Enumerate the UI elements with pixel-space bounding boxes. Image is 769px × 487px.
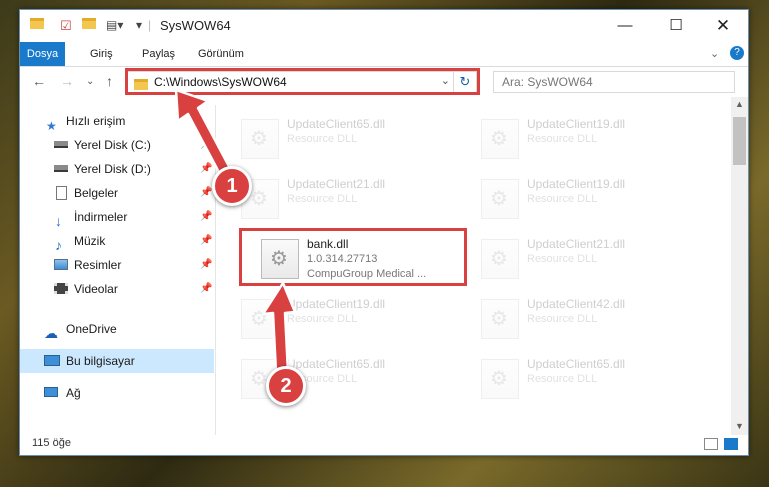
- sidebar-item-videos[interactable]: Videolar 📌: [20, 277, 214, 301]
- recent-locations-icon[interactable]: ⌄: [86, 76, 94, 87]
- pin-icon[interactable]: 📌: [200, 277, 212, 301]
- pin-icon[interactable]: 📌: [200, 229, 212, 253]
- document-icon: [56, 186, 67, 200]
- dll-file-icon: [481, 179, 519, 219]
- up-arrow-icon[interactable]: ↑: [106, 73, 113, 89]
- file-tile[interactable]: UpdateClient21.dll Resource DLL: [477, 233, 697, 287]
- sidebar-item-music[interactable]: ♪ Müzik 📌: [20, 229, 214, 253]
- file-tile[interactable]: UpdateClient19.dll Resource DLL: [237, 293, 457, 347]
- maximize-button[interactable]: ☐: [653, 14, 699, 38]
- dll-file-icon: [481, 119, 519, 159]
- navigation-pane: ★ Hızlı erişim Yerel Disk (C:) 📌 Yerel D…: [20, 105, 216, 435]
- pin-icon[interactable]: 📌: [200, 181, 212, 205]
- callout-2: 2: [266, 366, 306, 406]
- search-placeholder: Ara: SysWOW64: [502, 75, 593, 89]
- tab-dosya[interactable]: Dosya: [20, 42, 65, 66]
- properties-icon[interactable]: ☑: [60, 18, 72, 34]
- title-bar: ☑ ▤▾ ▾ | SysWOW64 — ☐ ✕: [20, 10, 748, 42]
- picture-icon: [54, 259, 68, 270]
- sidebar-item-local-disk-c[interactable]: Yerel Disk (C:) 📌: [20, 133, 214, 157]
- sidebar-item-local-disk-d[interactable]: Yerel Disk (D:) 📌: [20, 157, 214, 181]
- sidebar-item-pictures[interactable]: Resimler 📌: [20, 253, 214, 277]
- callout-1: 1: [212, 166, 252, 206]
- title-separator: |: [148, 18, 152, 32]
- folder-icon: [30, 18, 44, 32]
- network-icon: [44, 387, 58, 397]
- file-tile[interactable]: UpdateClient19.dll Resource DLL: [477, 113, 697, 167]
- scroll-down-icon[interactable]: ▼: [731, 421, 748, 431]
- ribbon-expand-icon[interactable]: ⌄: [710, 42, 719, 66]
- file-tile[interactable]: UpdateClient65.dll Resource DLL: [477, 353, 697, 407]
- dll-file-icon: [481, 239, 519, 279]
- new-folder-icon[interactable]: [82, 18, 96, 32]
- minimize-button[interactable]: —: [602, 14, 648, 38]
- customize-toolbar-icon[interactable]: ▤▾: [106, 18, 123, 32]
- pin-icon[interactable]: 📌: [200, 133, 212, 157]
- drive-icon: [54, 141, 68, 148]
- dll-file-icon: [241, 119, 279, 159]
- sidebar-item-network[interactable]: Ağ: [20, 381, 214, 405]
- cloud-icon: ☁: [44, 325, 58, 341]
- pin-icon[interactable]: 📌: [200, 157, 212, 181]
- navigation-bar: ← → ⌄ ↑ C:\Windows\SysWOW64 ⌄ ↻ Ara: Sys…: [20, 67, 748, 97]
- tab-giris[interactable]: Giriş: [90, 42, 113, 66]
- close-button[interactable]: ✕: [700, 14, 746, 38]
- back-arrow-icon[interactable]: ←: [32, 73, 46, 89]
- window-title: SysWOW64: [160, 18, 231, 33]
- help-icon[interactable]: ?: [730, 46, 744, 60]
- sidebar-item-this-pc[interactable]: Bu bilgisayar: [20, 349, 214, 373]
- file-tile[interactable]: UpdateClient21.dll Resource DLL: [237, 173, 457, 227]
- tab-paylas[interactable]: Paylaş: [142, 42, 175, 66]
- address-highlight-box: [125, 68, 480, 95]
- film-icon: [54, 283, 68, 294]
- details-view-icon[interactable]: [704, 438, 718, 450]
- star-icon: ★: [46, 119, 57, 133]
- dll-file-icon: [481, 359, 519, 399]
- music-note-icon: ♪: [55, 237, 62, 253]
- sidebar-item-downloads[interactable]: ↓ İndirmeler 📌: [20, 205, 214, 229]
- dll-file-icon: [481, 299, 519, 339]
- download-arrow-icon: ↓: [55, 213, 62, 229]
- sidebar-item-quick-access[interactable]: ★ Hızlı erişim: [20, 109, 214, 133]
- search-input[interactable]: Ara: SysWOW64: [493, 71, 735, 93]
- computer-icon: [44, 355, 60, 366]
- sidebar-item-onedrive[interactable]: ☁ OneDrive: [20, 317, 214, 341]
- dropdown-arrow-icon[interactable]: ▾: [136, 18, 142, 32]
- pin-icon[interactable]: 📌: [200, 205, 212, 229]
- file-highlight-box: [239, 228, 467, 286]
- explorer-window: ☑ ▤▾ ▾ | SysWOW64 — ☐ ✕ Dosya Giriş Payl…: [19, 9, 749, 456]
- file-tile[interactable]: UpdateClient42.dll Resource DLL: [477, 293, 697, 347]
- ribbon: Dosya Giriş Paylaş Görünüm ⌄ ?: [20, 42, 748, 67]
- status-bar: 115 öğe: [20, 435, 748, 455]
- tab-gorunum[interactable]: Görünüm: [198, 42, 244, 66]
- scroll-up-icon[interactable]: ▲: [731, 99, 748, 109]
- forward-arrow-icon[interactable]: →: [60, 73, 74, 89]
- file-tile[interactable]: UpdateClient19.dll Resource DLL: [477, 173, 697, 227]
- large-icons-view-icon[interactable]: [724, 438, 738, 450]
- drive-icon: [54, 165, 68, 172]
- item-count: 115 öğe: [32, 437, 71, 449]
- dll-file-icon: [241, 299, 279, 339]
- scroll-thumb[interactable]: [733, 117, 746, 165]
- sidebar-item-documents[interactable]: Belgeler 📌: [20, 181, 214, 205]
- file-tile[interactable]: UpdateClient65.dll Resource DLL: [237, 113, 457, 167]
- pin-icon[interactable]: 📌: [200, 253, 212, 277]
- vertical-scrollbar[interactable]: ▲ ▼: [731, 97, 748, 435]
